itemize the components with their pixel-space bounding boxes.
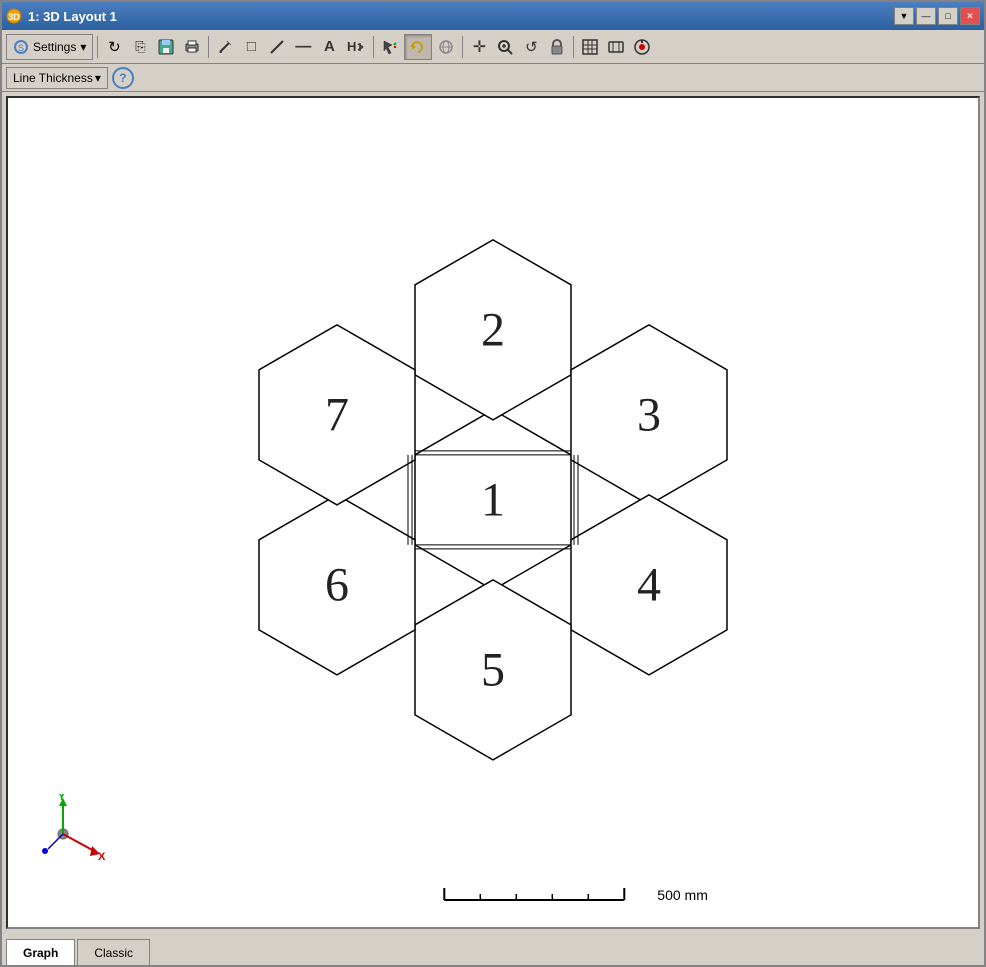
grid-icon bbox=[582, 39, 598, 55]
hline-icon: — bbox=[295, 38, 311, 56]
title-bar-left: 3D 1: 3D Layout 1 bbox=[6, 8, 117, 24]
export-icon bbox=[608, 39, 624, 55]
settings-button[interactable]: S Settings ▾ bbox=[6, 34, 93, 60]
scale-bar: 500 mm bbox=[439, 882, 708, 907]
sep4 bbox=[462, 36, 463, 58]
help-icon: ? bbox=[119, 71, 126, 85]
rotate-icon bbox=[408, 39, 428, 55]
tab-graph[interactable]: Graph bbox=[6, 939, 75, 965]
export-btn[interactable] bbox=[604, 34, 628, 60]
axis-indicator: Y X bbox=[28, 794, 108, 867]
hex-label-6: 6 bbox=[325, 558, 349, 611]
line-thickness-label: Line Thickness bbox=[13, 71, 93, 85]
svg-text:X: X bbox=[98, 851, 106, 863]
hex-layout-svg: 1 2 3 4 5 6 bbox=[203, 209, 783, 789]
refresh-btn[interactable]: ↻ bbox=[102, 34, 126, 60]
title-arrow-btn[interactable]: ▼ bbox=[894, 7, 914, 25]
hex-label-7: 7 bbox=[325, 388, 349, 441]
settings-icon: S bbox=[13, 39, 29, 55]
grid-btn[interactable] bbox=[578, 34, 602, 60]
zoom-icon bbox=[497, 39, 513, 55]
save-btn[interactable] bbox=[154, 34, 178, 60]
help-button[interactable]: ? bbox=[112, 67, 134, 89]
3d-rotate-btn[interactable] bbox=[434, 34, 458, 60]
svg-text:3D: 3D bbox=[8, 12, 20, 22]
close-btn[interactable]: ✕ bbox=[960, 7, 980, 25]
scale-label: 500 mm bbox=[657, 887, 708, 903]
hdim-icon: H bbox=[347, 39, 365, 55]
sep1 bbox=[97, 36, 98, 58]
second-toolbar: Line Thickness ▾ ? bbox=[2, 64, 984, 92]
hex-label-2: 2 bbox=[481, 303, 505, 356]
minimize-btn[interactable]: — bbox=[916, 7, 936, 25]
main-window: 3D 1: 3D Layout 1 ▼ — □ ✕ S Sett bbox=[0, 0, 986, 967]
main-toolbar: S Settings ▾ ↻ ⎘ bbox=[2, 30, 984, 64]
3d-rotate-icon bbox=[438, 39, 454, 55]
lock-btn[interactable] bbox=[545, 34, 569, 60]
lock-icon bbox=[550, 39, 564, 55]
canvas-area[interactable]: 1 2 3 4 5 6 bbox=[6, 96, 980, 929]
print-btn[interactable] bbox=[180, 34, 204, 60]
hex-label-3: 3 bbox=[637, 388, 661, 441]
line-btn[interactable] bbox=[265, 34, 289, 60]
rotate-btn[interactable] bbox=[404, 34, 432, 60]
copy-btn[interactable]: ⎘ bbox=[128, 34, 152, 60]
undo-btn[interactable]: ↺ bbox=[519, 34, 543, 60]
window-title: 1: 3D Layout 1 bbox=[28, 9, 117, 24]
print-icon bbox=[184, 39, 200, 55]
rectangle-btn[interactable]: □ bbox=[239, 34, 263, 60]
hex-label-5: 5 bbox=[481, 643, 505, 696]
timer-icon bbox=[634, 39, 650, 55]
rectangle-icon: □ bbox=[247, 38, 256, 55]
hline-btn[interactable]: — bbox=[291, 34, 315, 60]
maximize-btn[interactable]: □ bbox=[938, 7, 958, 25]
save-icon bbox=[158, 39, 174, 55]
sep2 bbox=[208, 36, 209, 58]
main-content: 1 2 3 4 5 6 bbox=[2, 92, 984, 933]
title-bar-controls: ▼ — □ ✕ bbox=[894, 7, 980, 25]
axis-svg: Y X bbox=[28, 794, 108, 864]
arrow-tool-icon bbox=[382, 39, 398, 55]
refresh-icon: ↻ bbox=[108, 38, 121, 56]
bottom-tabs: Graph Classic bbox=[2, 933, 984, 965]
app-icon: 3D bbox=[6, 8, 22, 24]
line-thickness-button[interactable]: Line Thickness ▾ bbox=[6, 67, 108, 89]
tab-classic[interactable]: Classic bbox=[77, 939, 150, 965]
line-thickness-arrow: ▾ bbox=[95, 71, 101, 85]
pencil-btn[interactable] bbox=[213, 34, 237, 60]
zoom-btn[interactable] bbox=[493, 34, 517, 60]
svg-text:Y: Y bbox=[58, 794, 66, 803]
hex-label-4: 4 bbox=[637, 558, 661, 611]
svg-text:S: S bbox=[18, 43, 24, 53]
settings-label: Settings bbox=[33, 40, 76, 54]
text-icon: A bbox=[324, 38, 335, 55]
title-bar: 3D 1: 3D Layout 1 ▼ — □ ✕ bbox=[2, 2, 984, 30]
settings-arrow: ▾ bbox=[80, 40, 86, 54]
pan-btn[interactable]: ✛ bbox=[467, 34, 491, 60]
line-icon bbox=[269, 39, 285, 55]
text-btn[interactable]: A bbox=[317, 34, 341, 60]
scale-bar-svg bbox=[439, 882, 659, 907]
svg-text:H: H bbox=[347, 39, 356, 54]
copy-icon: ⎘ bbox=[135, 39, 145, 55]
timer-btn[interactable] bbox=[630, 34, 654, 60]
hex-label-1: 1 bbox=[481, 473, 505, 526]
arrow-tool-btn[interactable] bbox=[378, 34, 402, 60]
sep5 bbox=[573, 36, 574, 58]
hex-container: 1 2 3 4 5 6 bbox=[203, 209, 783, 792]
pan-icon: ✛ bbox=[473, 37, 486, 57]
sep3 bbox=[373, 36, 374, 58]
pencil-icon bbox=[217, 39, 233, 55]
hdim-btn[interactable]: H bbox=[343, 34, 369, 60]
undo-icon: ↺ bbox=[525, 38, 538, 56]
